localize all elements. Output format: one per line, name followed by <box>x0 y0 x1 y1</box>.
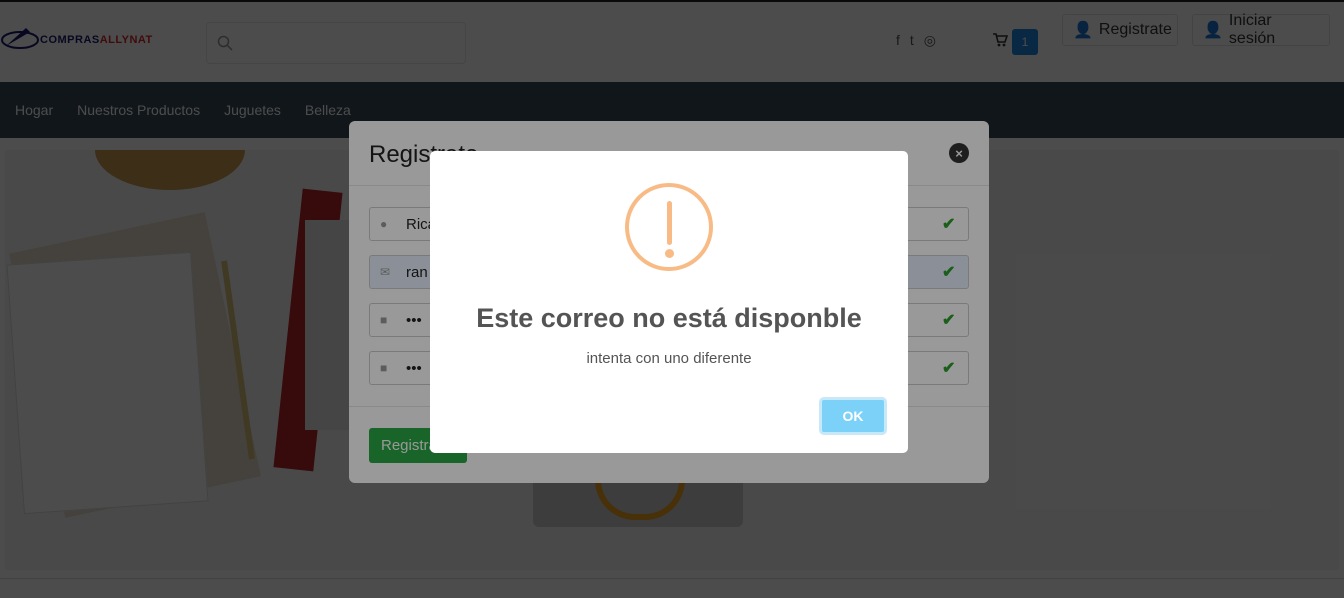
warning-icon <box>625 183 713 271</box>
warning-icon-bar <box>667 201 672 245</box>
alert-dialog: Este correo no está disponble intenta co… <box>430 151 908 453</box>
ok-button[interactable]: OK <box>819 397 887 435</box>
warning-icon-dot <box>665 249 674 258</box>
alert-text: intenta con uno diferente <box>586 350 752 367</box>
alert-title: Este correo no está disponble <box>476 303 862 333</box>
